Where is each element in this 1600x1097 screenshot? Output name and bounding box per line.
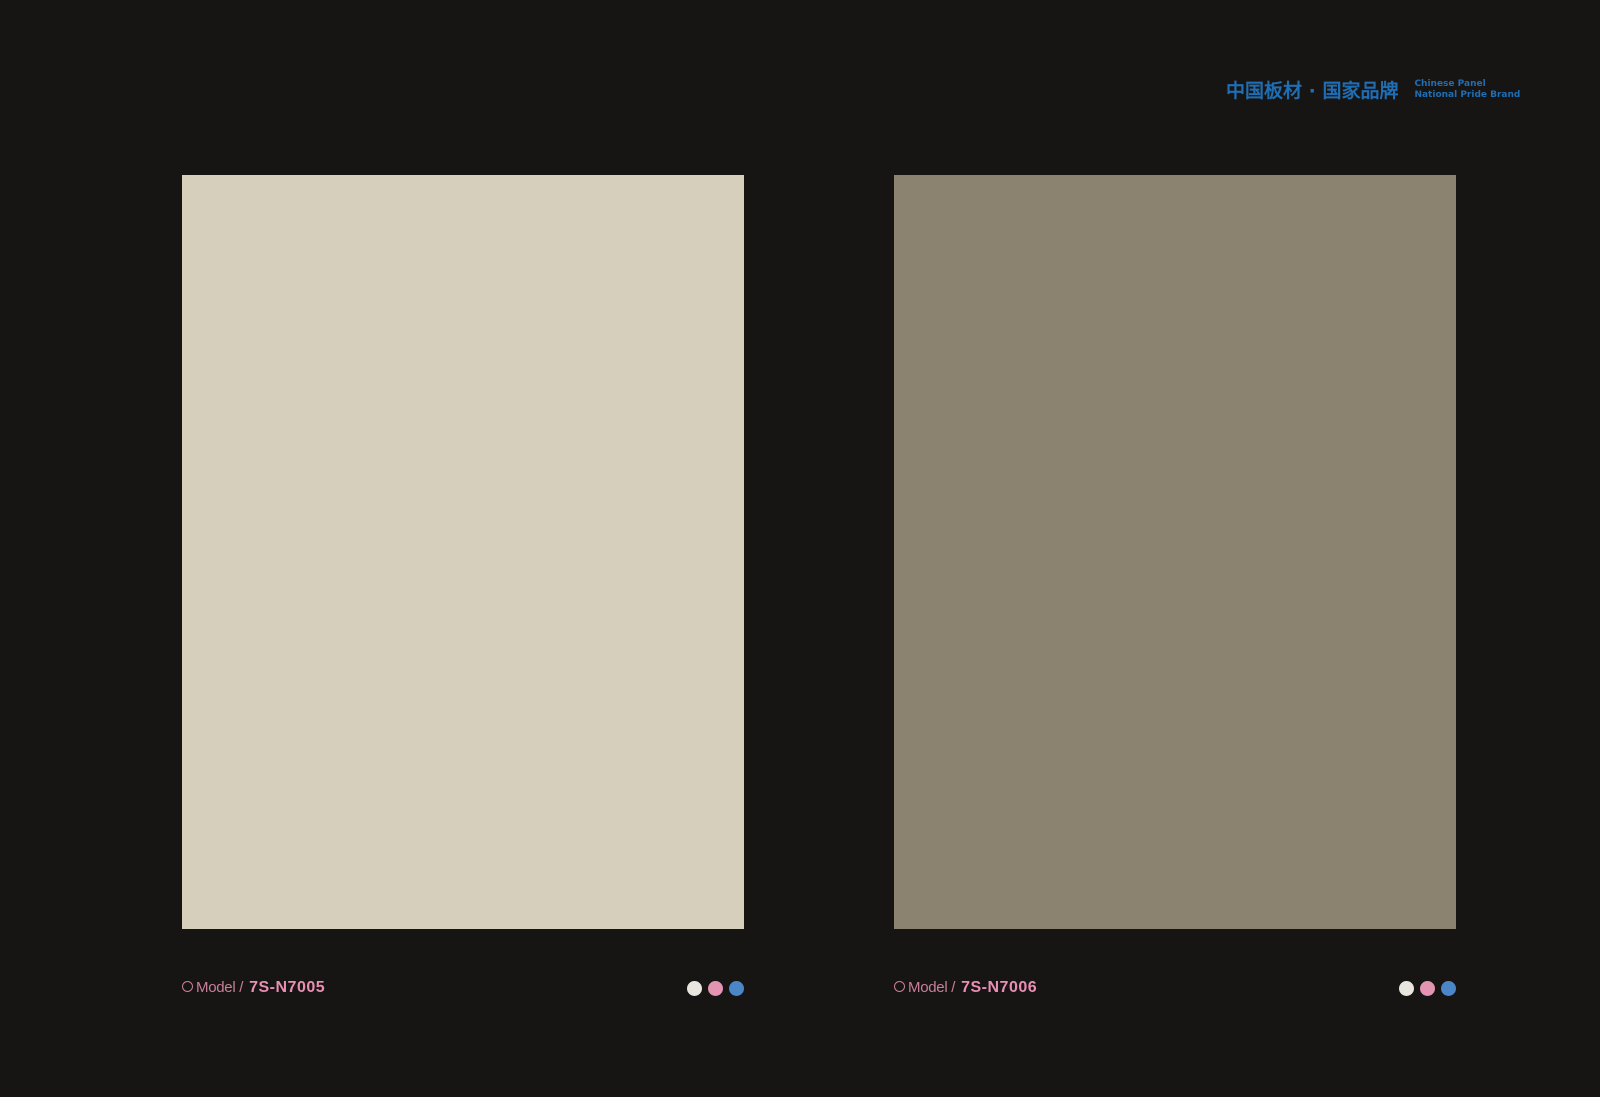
color-swatch-7s-n7005 bbox=[182, 175, 744, 929]
circle-bullet-icon bbox=[182, 981, 193, 992]
color-dots bbox=[687, 981, 744, 996]
model-label: Model / 7S-N7005 bbox=[182, 979, 325, 997]
model-label: Model / 7S-N7006 bbox=[894, 979, 1037, 997]
brand-en-line2: National Pride Brand bbox=[1414, 89, 1521, 100]
white-dot-icon bbox=[1399, 981, 1414, 996]
model-row-7s-n7005: Model / 7S-N7005 bbox=[182, 978, 744, 1000]
model-prefix: Model / bbox=[908, 979, 956, 996]
blue-dot-icon bbox=[1441, 981, 1456, 996]
model-row-7s-n7006: Model / 7S-N7006 bbox=[894, 978, 1456, 1000]
model-code: 7S-N7005 bbox=[249, 979, 326, 996]
brand-title-cn: 中国板材 · 国家品牌 bbox=[1226, 80, 1399, 102]
blue-dot-icon bbox=[729, 981, 744, 996]
model-prefix: Model / bbox=[196, 979, 244, 996]
pink-dot-icon bbox=[1420, 981, 1435, 996]
brand-en-line1: Chinese Panel bbox=[1414, 78, 1486, 89]
brand-header: 中国板材 · 国家品牌 Chinese Panel National Pride… bbox=[1226, 76, 1520, 103]
white-dot-icon bbox=[687, 981, 702, 996]
color-dots bbox=[1399, 981, 1456, 996]
model-code: 7S-N7006 bbox=[961, 979, 1038, 996]
color-swatch-7s-n7006 bbox=[894, 175, 1456, 929]
brand-title-en: Chinese Panel National Pride Brand bbox=[1414, 79, 1520, 101]
catalog-page: 中国板材 · 国家品牌 Chinese Panel National Pride… bbox=[0, 0, 1600, 1097]
circle-bullet-icon bbox=[894, 981, 905, 992]
pink-dot-icon bbox=[708, 981, 723, 996]
